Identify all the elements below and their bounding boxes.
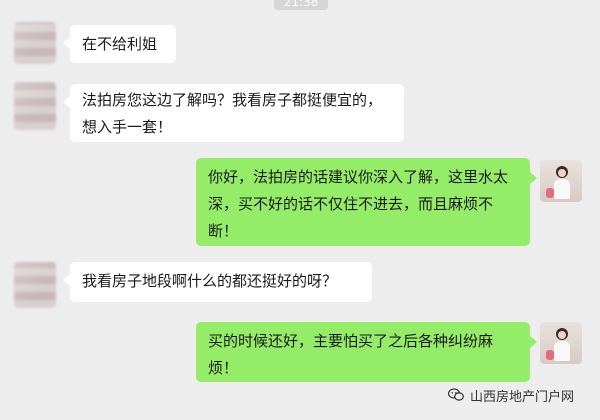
timestamp-badge: 21:38: [274, 0, 328, 10]
self-avatar[interactable]: [540, 322, 582, 364]
outgoing-message-bubble[interactable]: 你好，法拍房的话建议你深入了解，这里水太深，买不好的话不仅住不进去，而且麻烦不断…: [196, 158, 537, 246]
avatar-face: [558, 169, 566, 177]
message-text: 买的时候还好，主要怕买了之后各种纠纷麻烦！: [208, 332, 494, 377]
avatar-body: [554, 341, 570, 361]
self-avatar[interactable]: [540, 160, 582, 202]
message-text: 我看房子地段啊什么的都还挺好的呀？: [82, 272, 338, 290]
incoming-message-bubble[interactable]: 在不给利姐: [63, 25, 176, 63]
avatar-face: [558, 331, 566, 339]
wechat-icon: [448, 388, 464, 401]
contact-avatar-blurred[interactable]: [14, 262, 56, 308]
source-watermark: 山西房地产门户网: [448, 386, 575, 405]
outgoing-message-bubble[interactable]: 买的时候还好，主要怕买了之后各种纠纷麻烦！: [196, 322, 537, 382]
avatar-accent: [546, 350, 554, 360]
message-text: 你好，法拍房的话建议你深入了解，这里水太深，买不好的话不仅住不进去，而且麻烦不断…: [208, 168, 509, 240]
incoming-message-bubble[interactable]: 我看房子地段啊什么的都还挺好的呀？: [63, 262, 372, 302]
incoming-message-bubble[interactable]: 法拍房您这边了解吗？我看房子都挺便宜的，想入手一套！: [63, 84, 404, 142]
message-text: 在不给利姐: [82, 35, 158, 53]
contact-avatar-blurred[interactable]: [14, 82, 56, 130]
watermark-text: 山西房地产门户网: [470, 389, 575, 405]
avatar-body: [554, 179, 570, 199]
message-text: 法拍房您这边了解吗？我看房子都挺便宜的，想入手一套！: [82, 91, 383, 136]
contact-avatar-blurred[interactable]: [14, 22, 56, 64]
avatar-accent: [546, 188, 554, 198]
